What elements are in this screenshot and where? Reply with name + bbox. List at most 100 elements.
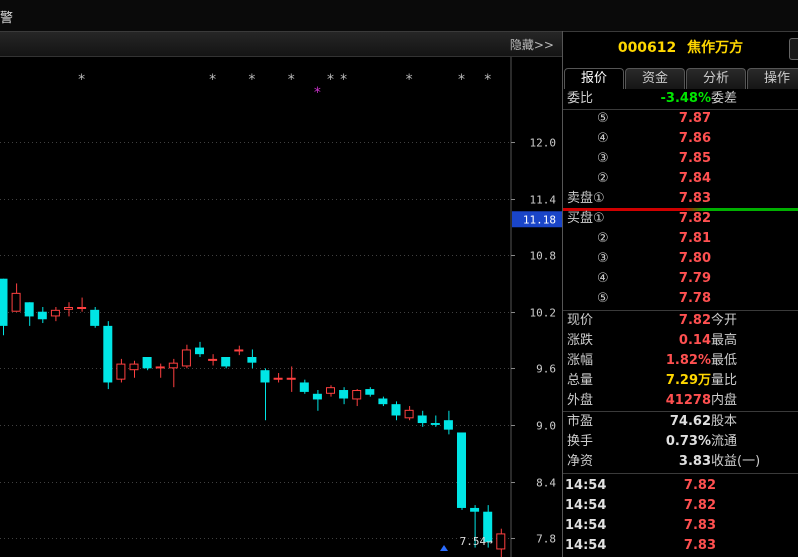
level-label: ② — [597, 231, 609, 246]
buy-price: 7.80 — [678, 251, 711, 266]
candle-body — [457, 432, 466, 508]
event-marker: * — [288, 72, 295, 88]
candle-body — [273, 377, 283, 380]
tick-row: 14:54 7.82 — [563, 476, 798, 496]
window-title: 警 — [0, 11, 14, 26]
level-label: ④ — [597, 131, 609, 146]
expand-button[interactable] — [789, 38, 798, 60]
commission-value: -3.48% — [660, 91, 712, 106]
candle-body — [11, 292, 21, 312]
sell-row[interactable]: ④ 7.86 — [563, 129, 798, 149]
level-label: ⑤ — [597, 111, 609, 126]
candle-body — [391, 404, 401, 416]
event-marker: * — [340, 72, 347, 88]
tab-operation[interactable]: 操作 — [747, 68, 798, 89]
y-tick-label: 10.8 — [530, 250, 557, 263]
sell-price: 7.87 — [678, 111, 711, 126]
buy-row[interactable]: ③ 7.80 — [563, 249, 798, 269]
y-tick-label: 9.0 — [536, 420, 556, 433]
candle-body — [168, 362, 178, 369]
quote-label: 市盈 — [567, 414, 594, 429]
quote-row: 涨幅 1.82% 最低 — [563, 351, 798, 371]
candle-body — [77, 307, 87, 309]
sell-price: 7.83 — [678, 191, 711, 206]
quote-label: 涨幅 — [567, 353, 594, 368]
candle-body — [0, 278, 8, 326]
candle-body — [260, 370, 270, 383]
candle-body — [90, 309, 100, 326]
buy-row[interactable]: ⑤ 7.78 — [563, 289, 798, 309]
candle-body — [339, 390, 349, 399]
stock-header: 000612 焦作万方 — [563, 31, 798, 65]
quote-value: 0.14 — [678, 333, 711, 348]
quote-label: 总量 — [567, 373, 594, 388]
candle-body — [142, 357, 152, 369]
sell-row[interactable]: ③ 7.85 — [563, 149, 798, 169]
quote-label2: 最高 — [711, 333, 738, 348]
tick-price: 7.82 — [683, 478, 716, 493]
tick-time: 14:54 — [565, 498, 607, 513]
min-price-label: 7.54→ — [460, 535, 493, 548]
level-label: 卖盘① — [567, 191, 605, 206]
candle-body — [103, 325, 113, 383]
candle-body — [234, 349, 244, 352]
candle-body — [155, 366, 165, 369]
quote-value: 1.82% — [665, 353, 711, 368]
quote-label: 净资 — [567, 454, 594, 469]
divider — [563, 473, 798, 474]
event-marker: * — [406, 72, 413, 88]
quote-row: 现价 7.82 今开 — [563, 311, 798, 331]
event-marker: * — [78, 72, 85, 88]
tab-fund[interactable]: 资金 — [625, 68, 685, 89]
buy-price: 7.79 — [678, 271, 711, 286]
sell-price: 7.85 — [678, 151, 711, 166]
buy-row[interactable]: ④ 7.79 — [563, 269, 798, 289]
quote-label2: 量比 — [711, 373, 738, 388]
level-label: ③ — [597, 251, 609, 266]
candle-body — [221, 357, 231, 367]
quote-row: 总量 7.29万 量比 — [563, 371, 798, 391]
tab-analysis[interactable]: 分析 — [686, 68, 746, 89]
quote-panel: 000612 焦作万方 报价 资金 分析 操作 委比 -3.48% 委差 ⑤ 7… — [563, 31, 798, 557]
event-marker: * — [209, 72, 216, 88]
candle-body — [208, 358, 218, 361]
sell-price: 7.84 — [678, 171, 711, 186]
quote-row: 涨跌 0.14 最高 — [563, 331, 798, 351]
candle-body — [247, 357, 257, 363]
tick-price: 7.83 — [683, 518, 716, 533]
y-tick-label: 11.4 — [530, 194, 557, 207]
buy-row[interactable]: 买盘① 7.82 — [563, 209, 798, 229]
candle-body — [181, 349, 191, 367]
chart-header-bar: 隐藏>> — [0, 32, 562, 57]
quote-label2: 最低 — [711, 353, 738, 368]
event-marker: * — [248, 72, 255, 88]
quote-value: 7.82 — [678, 313, 711, 328]
candle-body — [195, 347, 204, 355]
level-label: 买盘① — [567, 211, 605, 226]
quote-label: 外盘 — [567, 393, 594, 408]
quote-label2: 收益(一) — [711, 454, 761, 469]
candle-body — [430, 423, 440, 425]
candle-body — [24, 302, 34, 317]
quote-label2: 内盘 — [711, 393, 738, 408]
tab-quote[interactable]: 报价 — [564, 68, 624, 89]
sell-row[interactable]: 卖盘① 7.83 — [563, 189, 798, 209]
quote-row: 外盘 41278 内盘 — [563, 391, 798, 411]
commission-diff-label: 委差 — [711, 91, 738, 106]
tick-row: 14:54 7.83 — [563, 516, 798, 536]
quote-label2: 流通 — [711, 434, 738, 449]
candle-body — [312, 393, 322, 400]
y-tick-label: 10.2 — [530, 307, 557, 320]
candlestick-chart[interactable]: 12.0 11.4 10.8 10.2 9.6 9.0 8.4 7.8 11.18 * * * * * * *… — [0, 57, 562, 557]
hide-panel-button[interactable]: 隐藏>> — [510, 36, 554, 53]
candle-body — [470, 507, 480, 512]
quote-tabs: 报价 资金 分析 操作 — [563, 68, 798, 89]
quote-label: 换手 — [567, 434, 594, 449]
sell-row[interactable]: ② 7.84 — [563, 169, 798, 189]
quote-row: 净资 3.83 收益(一) — [563, 452, 798, 472]
candle-body — [299, 382, 309, 392]
buy-row[interactable]: ② 7.81 — [563, 229, 798, 249]
candle-body — [496, 533, 506, 550]
y-tick-label: 7.8 — [536, 533, 556, 546]
sell-row[interactable]: ⑤ 7.87 — [563, 109, 798, 129]
